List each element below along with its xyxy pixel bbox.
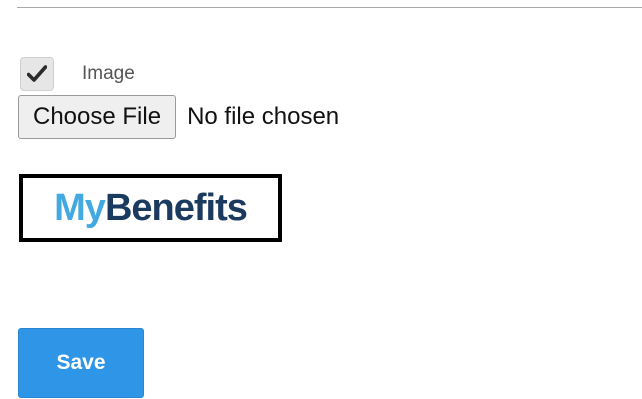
save-button[interactable]: Save — [18, 328, 144, 398]
choose-file-button[interactable]: Choose File — [18, 95, 177, 139]
mybenefits-logo: MyBenefits — [19, 174, 282, 242]
logo-text-benefits: Benefits — [104, 187, 248, 229]
image-checkbox-row: Image — [20, 57, 135, 91]
image-checkbox-label: Image — [82, 63, 135, 84]
top-divider — [17, 7, 642, 8]
file-status-text: No file chosen — [187, 103, 340, 130]
logo-text-my: My — [54, 187, 106, 229]
logo-text: MyBenefits — [54, 187, 248, 229]
image-settings-form: Image Choose File No file chosen MyBenef… — [0, 0, 642, 399]
image-checkbox[interactable] — [20, 57, 54, 91]
checkmark-icon — [27, 65, 47, 82]
file-input: Choose File No file chosen — [18, 95, 339, 139]
